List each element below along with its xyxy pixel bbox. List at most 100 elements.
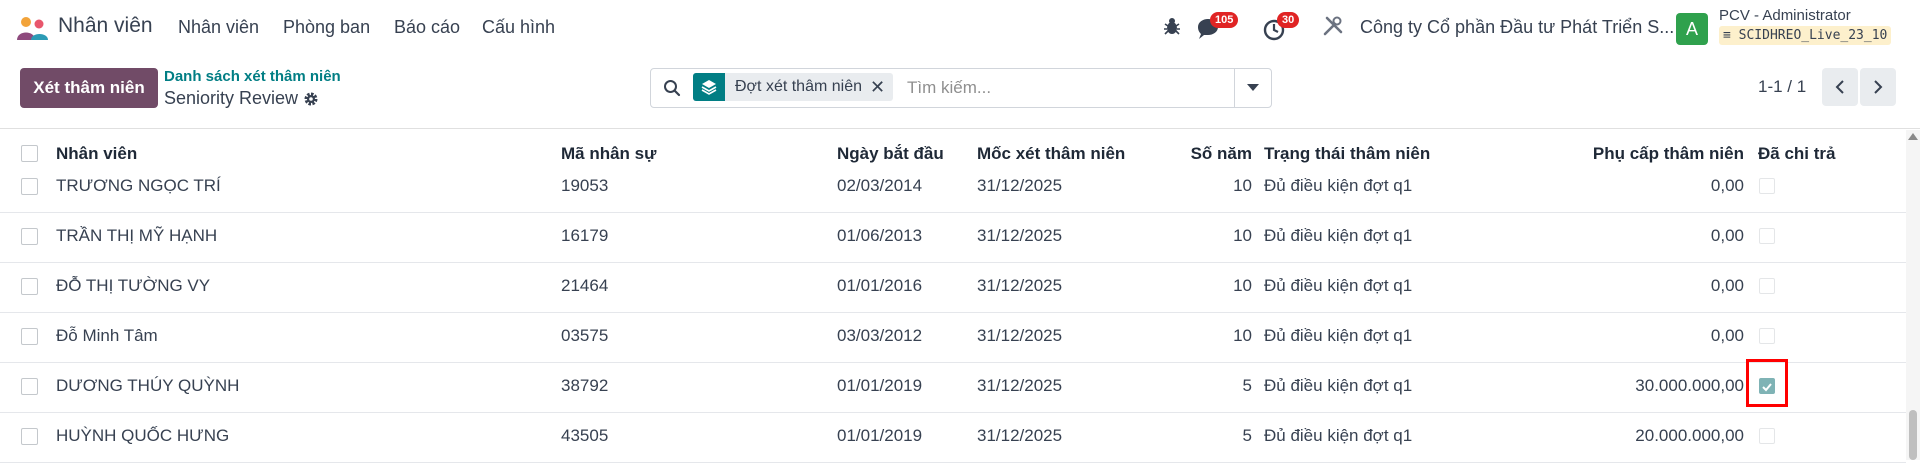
breadcrumb-current-label: Seniority Review bbox=[164, 88, 299, 108]
employee-code: 21464 bbox=[561, 276, 609, 295]
start-date: 01/01/2019 bbox=[837, 376, 923, 395]
row-checkbox[interactable] bbox=[21, 328, 38, 345]
employee-code: 38792 bbox=[561, 376, 609, 395]
employee-code: 03575 bbox=[561, 326, 609, 345]
row-checkbox[interactable] bbox=[21, 178, 38, 195]
menu-cau-hinh[interactable]: Cấu hình bbox=[482, 17, 555, 38]
chevron-left-icon bbox=[1835, 80, 1844, 94]
start-date: 03/03/2012 bbox=[837, 326, 923, 345]
breadcrumb-current: Seniority Review bbox=[164, 88, 319, 109]
column-header-employee[interactable]: Nhân viên bbox=[56, 144, 137, 164]
column-header-years[interactable]: Số năm bbox=[1191, 144, 1252, 164]
column-header-review-date[interactable]: Mốc xét thâm niên bbox=[977, 144, 1125, 164]
tools-icon[interactable] bbox=[1322, 15, 1344, 37]
column-header-code[interactable]: Mã nhân sự bbox=[561, 144, 656, 164]
column-header-status[interactable]: Trạng thái thâm niên bbox=[1264, 144, 1430, 164]
database-icon: ≡ bbox=[1723, 28, 1739, 43]
employee-code: 19053 bbox=[561, 176, 609, 195]
remove-facet-icon[interactable]: ✕ bbox=[870, 77, 893, 98]
debug-bug-icon[interactable] bbox=[1162, 16, 1182, 36]
start-date: 01/01/2019 bbox=[837, 426, 923, 445]
employee-name: HUỲNH QUỐC HƯNG bbox=[56, 426, 230, 445]
column-header-start-date[interactable]: Ngày bắt đầu bbox=[837, 144, 944, 164]
table-row[interactable]: DƯƠNG THÚY QUỲNH 38792 01/01/2019 31/12/… bbox=[0, 362, 1906, 413]
review-date: 31/12/2025 bbox=[977, 376, 1063, 395]
years-count: 10 bbox=[1233, 176, 1252, 195]
years-count: 10 bbox=[1233, 326, 1252, 345]
database-label: SCIDHREO_Live_23_10 bbox=[1738, 28, 1888, 43]
start-date: 01/06/2013 bbox=[837, 226, 923, 245]
app-name[interactable]: Nhân viên bbox=[58, 14, 153, 38]
seniority-allowance: 0,00 bbox=[1710, 326, 1744, 345]
row-checkbox[interactable] bbox=[21, 378, 38, 395]
seniority-allowance: 0,00 bbox=[1710, 226, 1744, 245]
seniority-status: Đủ điều kiện đợt q1 bbox=[1264, 376, 1413, 395]
breadcrumb-parent[interactable]: Danh sách xét thâm niên bbox=[164, 68, 341, 85]
activity-badge: 30 bbox=[1277, 12, 1300, 28]
seniority-status: Đủ điều kiện đợt q1 bbox=[1264, 176, 1413, 195]
menu-nhan-vien[interactable]: Nhân viên bbox=[178, 17, 259, 38]
seniority-status: Đủ điều kiện đợt q1 bbox=[1264, 426, 1413, 445]
employee-name: TRƯƠNG NGỌC TRÍ bbox=[56, 176, 221, 195]
employee-name: DƯƠNG THÚY QUỲNH bbox=[56, 376, 240, 395]
column-header-allowance[interactable]: Phụ cấp thâm niên bbox=[1593, 144, 1744, 164]
pager-next-button[interactable] bbox=[1860, 68, 1896, 106]
seniority-status: Đủ điều kiện đợt q1 bbox=[1264, 226, 1413, 245]
row-checkbox[interactable] bbox=[21, 428, 38, 445]
table-row[interactable]: TRƯƠNG NGỌC TRÍ 19053 02/03/2014 31/12/2… bbox=[0, 176, 1906, 213]
database-name: ≡ SCIDHREO_Live_23_10 bbox=[1719, 26, 1892, 45]
pager-value[interactable]: 1-1 / 1 bbox=[1758, 77, 1806, 97]
search-icon[interactable] bbox=[663, 79, 681, 97]
table-row[interactable]: Đỗ Minh Tâm 03575 03/03/2012 31/12/2025 … bbox=[0, 312, 1906, 363]
years-count: 10 bbox=[1233, 276, 1252, 295]
xet-tham-nien-button[interactable]: Xét thâm niên bbox=[20, 68, 158, 108]
table-row[interactable]: ĐỖ THỊ TƯỜNG VY 21464 01/01/2016 31/12/2… bbox=[0, 262, 1906, 313]
years-count: 5 bbox=[1242, 426, 1252, 445]
select-all-checkbox[interactable] bbox=[21, 145, 38, 162]
search-options-toggle[interactable] bbox=[1234, 69, 1271, 107]
years-count: 10 bbox=[1233, 226, 1252, 245]
review-date: 31/12/2025 bbox=[977, 226, 1063, 245]
table-row[interactable]: TRẦN THỊ MỸ HẠNH 16179 01/06/2013 31/12/… bbox=[0, 212, 1906, 263]
row-checkbox[interactable] bbox=[21, 228, 38, 245]
app-logo-icon[interactable] bbox=[15, 15, 51, 41]
paid-checkbox[interactable] bbox=[1759, 278, 1775, 294]
seniority-allowance: 30.000.000,00 bbox=[1635, 376, 1744, 395]
start-date: 01/01/2016 bbox=[837, 276, 923, 295]
table-header: Nhân viên Mã nhân sự Ngày bắt đầu Mốc xé… bbox=[0, 130, 1906, 176]
seniority-status: Đủ điều kiện đợt q1 bbox=[1264, 276, 1413, 295]
years-count: 5 bbox=[1242, 376, 1252, 395]
vertical-scrollbar[interactable] bbox=[1906, 130, 1920, 460]
search-input[interactable] bbox=[905, 75, 1239, 101]
paid-checkbox[interactable] bbox=[1759, 228, 1775, 244]
scroll-up-arrow-icon[interactable] bbox=[1908, 133, 1918, 140]
employee-code: 16179 bbox=[561, 226, 609, 245]
row-checkbox[interactable] bbox=[21, 278, 38, 295]
employee-name: TRẦN THỊ MỸ HẠNH bbox=[56, 226, 218, 245]
paid-checkbox[interactable] bbox=[1759, 328, 1775, 344]
top-navbar: Nhân viên Nhân viên Phòng ban Báo cáo Cấ… bbox=[0, 0, 1920, 56]
column-header-paid[interactable]: Đã chi trả bbox=[1758, 144, 1835, 164]
review-date: 31/12/2025 bbox=[977, 426, 1063, 445]
company-switcher[interactable]: Công ty Cổ phần Đầu tư Phát Triển S... bbox=[1360, 17, 1674, 38]
search-facet: Đợt xét thâm niên ✕ bbox=[693, 73, 894, 101]
review-date: 31/12/2025 bbox=[977, 326, 1063, 345]
menu-bao-cao[interactable]: Báo cáo bbox=[394, 17, 460, 38]
paid-checkbox[interactable] bbox=[1759, 178, 1775, 194]
user-name[interactable]: PCV - Administrator bbox=[1719, 7, 1851, 24]
table-row[interactable]: HUỲNH QUỐC HƯNG 43505 01/01/2019 31/12/2… bbox=[0, 412, 1906, 463]
employee-name: ĐỖ THỊ TƯỜNG VY bbox=[56, 276, 211, 295]
review-date: 31/12/2025 bbox=[977, 276, 1063, 295]
pager-previous-button[interactable] bbox=[1822, 68, 1858, 106]
employee-code: 43505 bbox=[561, 426, 609, 445]
start-date: 02/03/2014 bbox=[837, 176, 923, 195]
highlight-box bbox=[1746, 359, 1788, 407]
paid-checkbox[interactable] bbox=[1759, 428, 1775, 444]
gear-icon[interactable] bbox=[303, 91, 319, 107]
menu-phong-ban[interactable]: Phòng ban bbox=[283, 17, 370, 38]
layers-icon bbox=[693, 73, 725, 101]
facet-label: Đợt xét thâm niên bbox=[735, 78, 862, 95]
scroll-thumb[interactable] bbox=[1909, 410, 1917, 460]
user-avatar[interactable]: A bbox=[1676, 13, 1708, 45]
review-date: 31/12/2025 bbox=[977, 176, 1063, 195]
